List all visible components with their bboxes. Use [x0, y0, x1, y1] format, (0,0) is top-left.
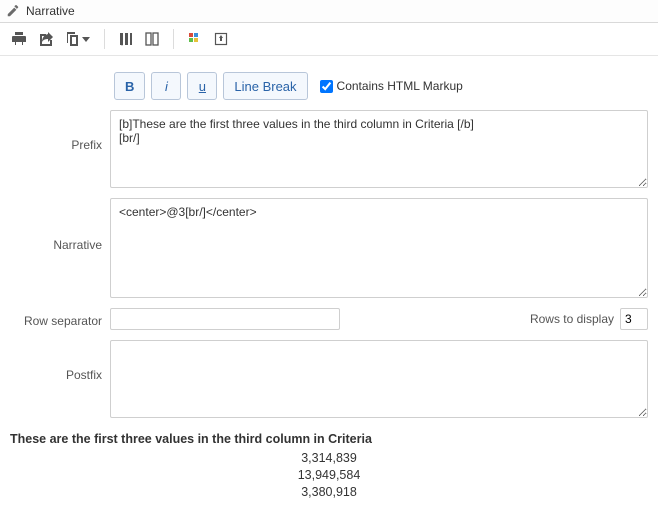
- contains-markup-wrap[interactable]: Contains HTML Markup: [320, 79, 463, 93]
- print-icon[interactable]: [8, 29, 30, 49]
- narrative-label: Narrative: [10, 198, 110, 252]
- bold-button[interactable]: B: [114, 72, 145, 100]
- preview-title: These are the first three values in the …: [10, 432, 648, 446]
- row-separator-input[interactable]: [110, 308, 340, 330]
- panel-header: Narrative: [0, 0, 658, 23]
- preview-values: 3,314,839 13,949,584 3,380,918: [10, 450, 648, 501]
- prefix-row: Prefix: [10, 110, 648, 188]
- contains-markup-checkbox[interactable]: [320, 80, 333, 93]
- postfix-row: Postfix: [10, 340, 648, 418]
- line-break-button[interactable]: Line Break: [223, 72, 307, 100]
- pencil-icon: [6, 4, 20, 18]
- preview-area: These are the first three values in the …: [10, 428, 648, 511]
- prefix-input[interactable]: [110, 110, 648, 188]
- freeze-column-icon[interactable]: [115, 29, 137, 49]
- contains-markup-label: Contains HTML Markup: [337, 79, 463, 93]
- underline-button[interactable]: u: [187, 72, 217, 100]
- duplicate-view-icon[interactable]: [141, 29, 163, 49]
- rows-to-display-input[interactable]: [620, 308, 648, 330]
- postfix-input[interactable]: [110, 340, 648, 418]
- panel-title: Narrative: [26, 4, 75, 18]
- editor-area: B i u Line Break Contains HTML Markup Pr…: [0, 56, 658, 523]
- prefix-label: Prefix: [10, 110, 110, 152]
- format-button-row: B i u Line Break Contains HTML Markup: [114, 72, 648, 100]
- toolbar: [0, 23, 658, 56]
- preview-value: 13,949,584: [10, 467, 648, 484]
- italic-button[interactable]: i: [151, 72, 181, 100]
- row-separator-row: Row separator Rows to display: [10, 308, 648, 330]
- row-separator-label: Row separator: [10, 310, 110, 328]
- narrative-input[interactable]: [110, 198, 648, 298]
- export-icon[interactable]: [34, 29, 56, 49]
- toolbar-separator: [173, 29, 174, 49]
- import-format-icon[interactable]: [210, 29, 232, 49]
- rows-to-display-label: Rows to display: [530, 312, 614, 326]
- narrative-row: Narrative: [10, 198, 648, 298]
- postfix-label: Postfix: [10, 340, 110, 382]
- chevron-down-icon: [82, 37, 90, 42]
- toolbar-separator: [104, 29, 105, 49]
- preview-value: 3,380,918: [10, 484, 648, 501]
- preview-value: 3,314,839: [10, 450, 648, 467]
- palette-icon[interactable]: [184, 29, 206, 49]
- copy-dropdown-icon[interactable]: [60, 29, 94, 49]
